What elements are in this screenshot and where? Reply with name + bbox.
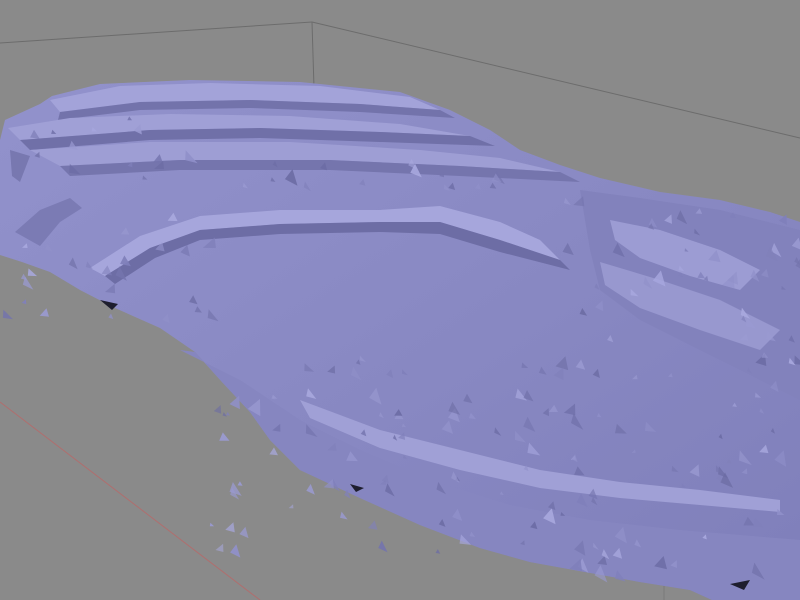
mesh-facet <box>378 540 388 553</box>
3d-viewport[interactable] <box>0 0 800 600</box>
terrain-mesh[interactable] <box>0 80 800 600</box>
mesh-facet <box>219 432 230 441</box>
mesh-facet <box>229 395 240 410</box>
mesh-facet <box>237 481 243 486</box>
mesh-facet <box>225 522 235 533</box>
mesh-facet <box>27 268 38 277</box>
mesh-facet <box>435 549 441 554</box>
mesh-facet <box>20 273 27 281</box>
mesh-facet <box>108 313 114 320</box>
x-axis-line <box>0 401 261 600</box>
mesh-facet <box>209 522 215 527</box>
mesh-facet <box>368 520 378 530</box>
mesh-facet <box>2 309 14 320</box>
mesh-facet <box>215 543 224 552</box>
mesh-facet <box>213 405 222 414</box>
mesh-facet <box>288 504 294 509</box>
grid-line-back <box>0 21 313 44</box>
grid-line-vertical <box>311 21 315 89</box>
mesh-facet <box>239 526 249 539</box>
mesh-facet <box>225 411 230 416</box>
mesh-facet <box>39 308 49 317</box>
scene-canvas[interactable] <box>0 0 800 600</box>
mesh-facet <box>230 544 241 558</box>
mesh-facet <box>269 447 278 456</box>
mesh-facet <box>306 483 315 495</box>
mesh-facet <box>21 299 27 305</box>
mesh-facet <box>340 511 348 520</box>
